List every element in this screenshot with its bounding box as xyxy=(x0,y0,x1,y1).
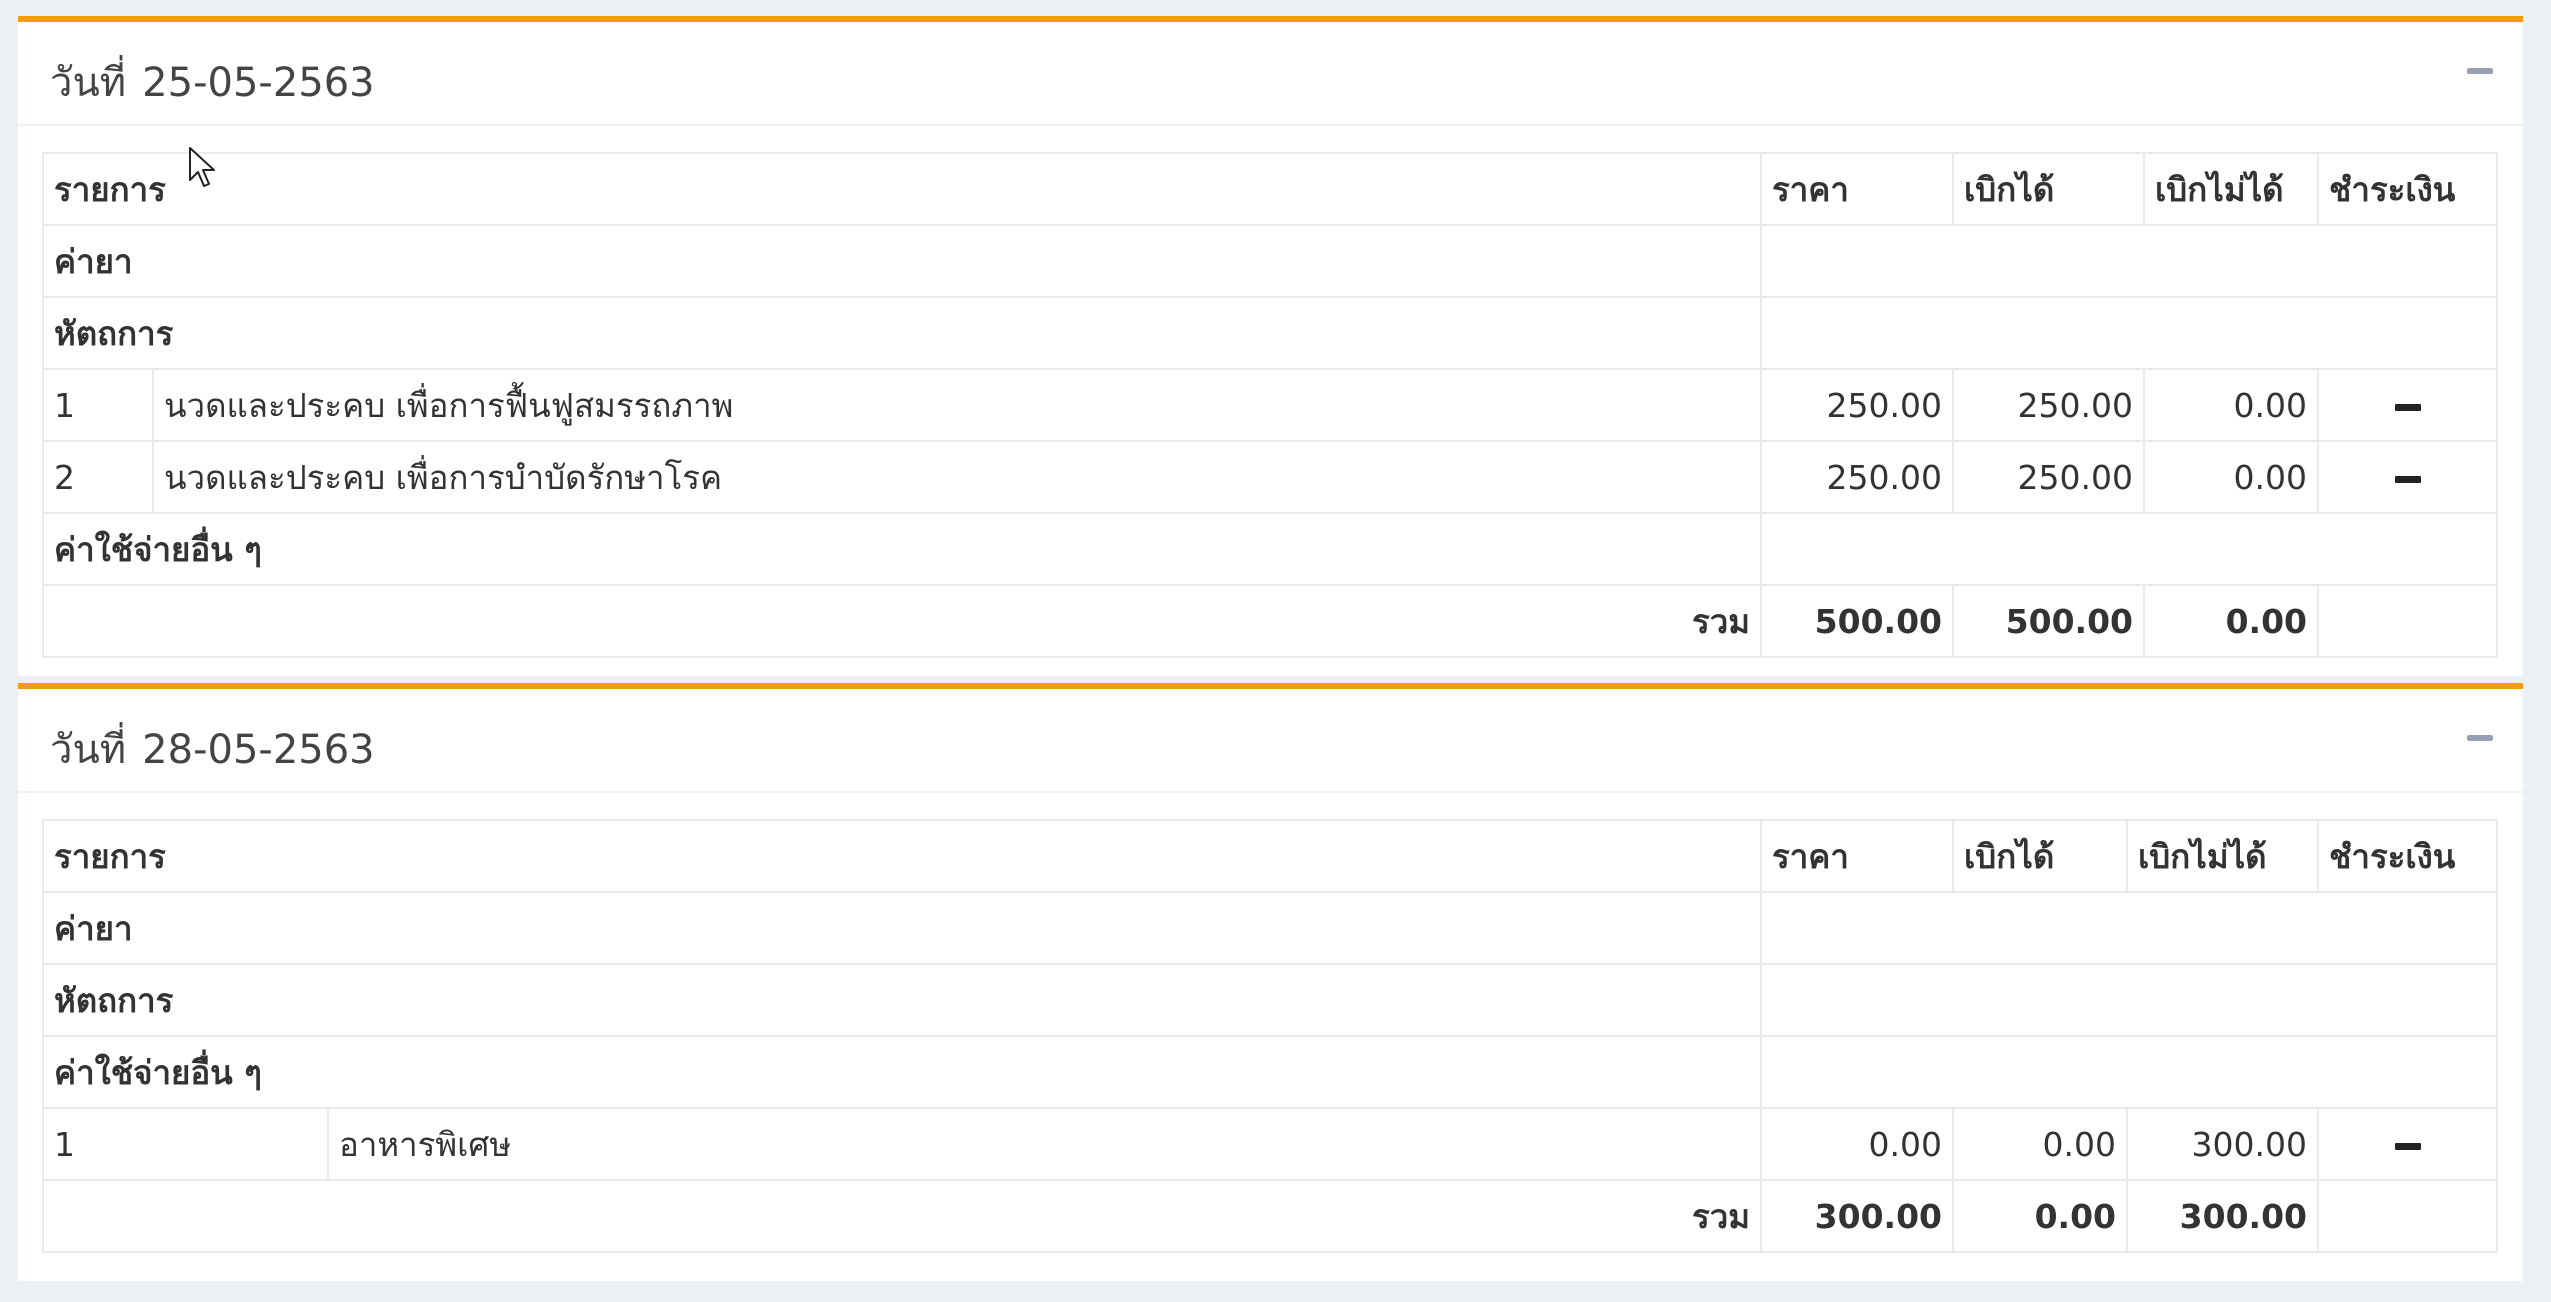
collapse-minus-icon[interactable] xyxy=(2467,735,2493,741)
total-label: รวม xyxy=(41,584,1763,658)
header-claimable: เบิกได้ xyxy=(1952,152,2146,226)
row-name: นวดและประคบ เพื่อการบำบัดรักษาโรค xyxy=(151,440,1763,514)
table-header-row: รายการ ราคา เบิกได้ เบิกไม่ได้ ชำระเงิน xyxy=(41,152,2499,226)
day-panel-header: วันที่ 25-05-2563 xyxy=(18,22,2523,126)
empty-cell xyxy=(1760,1035,2499,1109)
row-claimable: 250.00 xyxy=(1952,368,2146,442)
empty-cell xyxy=(2317,584,2499,658)
table-row: 1 อาหารพิเศษ 0.00 0.00 300.00 xyxy=(42,1107,2499,1181)
total-label: รวม xyxy=(41,1179,1763,1253)
category-row-drugs: ค่ายา xyxy=(41,891,2499,965)
empty-cell xyxy=(1760,224,2499,298)
category-row-other: ค่าใช้จ่ายอื่น ๆ xyxy=(41,1035,2499,1109)
empty-cell xyxy=(2317,1179,2499,1253)
category-row-other: ค่าใช้จ่ายอื่น ๆ xyxy=(41,512,2499,586)
minus-icon[interactable] xyxy=(2394,403,2421,411)
day-panel-2: วันที่ 28-05-2563 รายการ ราคา เบิกได้ เบิ… xyxy=(18,683,2523,1281)
page: วันที่ 25-05-2563 รายการ ราคา เบิกได้ เบิ… xyxy=(0,0,2551,1302)
collapse-minus-icon[interactable] xyxy=(2467,68,2493,74)
row-claimable: 250.00 xyxy=(1952,440,2146,514)
table-header-row: รายการ ราคา เบิกได้ เบิกไม่ได้ ชำระเงิน xyxy=(41,819,2499,893)
day-panel-1: วันที่ 25-05-2563 รายการ ราคา เบิกได้ เบิ… xyxy=(18,16,2523,676)
total-claimable: 500.00 xyxy=(1952,584,2146,658)
date-label: วันที่ xyxy=(50,727,127,773)
category-other: ค่าใช้จ่ายอื่น ๆ xyxy=(41,512,1763,586)
panel-title: วันที่ 25-05-2563 xyxy=(50,50,375,114)
total-price: 300.00 xyxy=(1760,1179,1955,1253)
row-pay-cell xyxy=(2317,440,2499,514)
header-item: รายการ xyxy=(41,819,1763,893)
row-claimable: 0.00 xyxy=(1952,1107,2129,1181)
category-row-drugs: ค่ายา xyxy=(41,224,2499,298)
row-non-claimable: 0.00 xyxy=(2143,440,2320,514)
empty-cell xyxy=(1760,963,2499,1037)
empty-cell xyxy=(1760,296,2499,370)
header-price: ราคา xyxy=(1760,819,1955,893)
panel-title: วันที่ 28-05-2563 xyxy=(50,717,375,781)
total-non-claimable: 300.00 xyxy=(2126,1179,2320,1253)
row-pay-cell xyxy=(2317,368,2499,442)
row-price: 250.00 xyxy=(1760,368,1955,442)
header-claimable: เบิกได้ xyxy=(1952,819,2129,893)
total-row: รวม 300.00 0.00 300.00 xyxy=(41,1179,2499,1253)
empty-cell xyxy=(1760,512,2499,586)
row-price: 250.00 xyxy=(1760,440,1955,514)
row-price: 0.00 xyxy=(1760,1107,1955,1181)
header-item: รายการ xyxy=(41,152,1763,226)
row-number: 1 xyxy=(42,1107,329,1181)
row-name: นวดและประคบ เพื่อการฟื้นฟูสมรรถภาพ xyxy=(151,368,1763,442)
minus-icon[interactable] xyxy=(2394,475,2421,483)
header-pay: ชำระเงิน xyxy=(2317,819,2499,893)
minus-icon[interactable] xyxy=(2394,1142,2421,1150)
category-row-procedures: หัตถการ xyxy=(41,963,2499,1037)
header-non-claimable: เบิกไม่ได้ xyxy=(2143,152,2320,226)
row-non-claimable: 0.00 xyxy=(2143,368,2320,442)
expense-table: รายการ ราคา เบิกได้ เบิกไม่ได้ ชำระเงิน … xyxy=(41,152,2499,658)
header-pay: ชำระเงิน xyxy=(2317,152,2499,226)
row-pay-cell xyxy=(2317,1107,2499,1181)
date-value: 28-05-2563 xyxy=(142,727,375,773)
row-name: อาหารพิเศษ xyxy=(326,1107,1763,1181)
table-row: 2 นวดและประคบ เพื่อการบำบัดรักษาโรค 250.… xyxy=(42,440,2499,514)
total-claimable: 0.00 xyxy=(1952,1179,2129,1253)
mouse-pointer-icon xyxy=(189,147,215,187)
category-row-procedures: หัตถการ xyxy=(41,296,2499,370)
category-drugs: ค่ายา xyxy=(41,891,1763,965)
empty-cell xyxy=(1760,891,2499,965)
row-number: 2 xyxy=(42,440,154,514)
date-label: วันที่ xyxy=(50,60,127,106)
category-procedures: หัตถการ xyxy=(41,296,1763,370)
total-non-claimable: 0.00 xyxy=(2143,584,2320,658)
row-number: 1 xyxy=(42,368,154,442)
header-non-claimable: เบิกไม่ได้ xyxy=(2126,819,2320,893)
row-non-claimable: 300.00 xyxy=(2126,1107,2320,1181)
header-price: ราคา xyxy=(1760,152,1955,226)
table-row: 1 นวดและประคบ เพื่อการฟื้นฟูสมรรถภาพ 250… xyxy=(42,368,2499,442)
day-panel-header: วันที่ 28-05-2563 xyxy=(18,689,2523,793)
total-row: รวม 500.00 500.00 0.00 xyxy=(41,584,2499,658)
expense-table: รายการ ราคา เบิกได้ เบิกไม่ได้ ชำระเงิน … xyxy=(41,819,2499,1253)
category-drugs: ค่ายา xyxy=(41,224,1763,298)
category-procedures: หัตถการ xyxy=(41,963,1763,1037)
date-value: 25-05-2563 xyxy=(142,60,375,106)
category-other: ค่าใช้จ่ายอื่น ๆ xyxy=(41,1035,1763,1109)
total-price: 500.00 xyxy=(1760,584,1955,658)
